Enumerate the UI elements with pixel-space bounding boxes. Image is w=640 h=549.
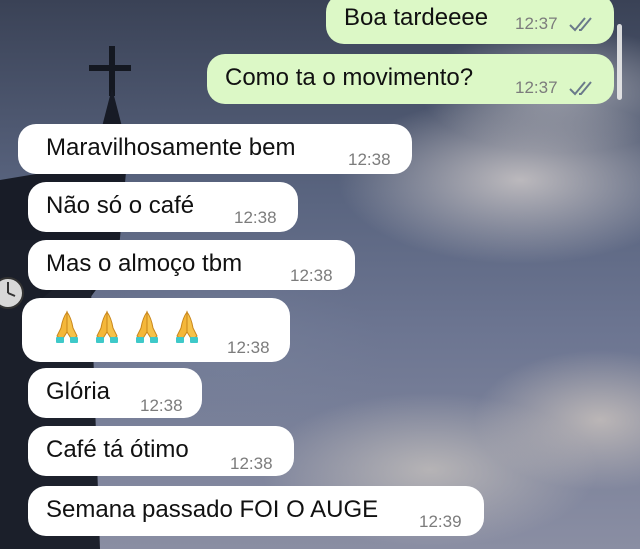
message-time: 12:39: [419, 512, 462, 531]
message-time: 12:37: [515, 14, 558, 33]
message-time: 12:38: [140, 396, 183, 415]
message-time: 12:38: [234, 208, 277, 227]
message-text: Maravilhosamente bem: [46, 134, 296, 161]
folded-hands-icon: [136, 310, 158, 343]
message-time: 12:38: [348, 150, 391, 169]
message-bubble-incoming[interactable]: Glória 12:38: [28, 368, 202, 418]
message-bubble-incoming[interactable]: Mas o almoço tbm 12:38: [28, 240, 355, 290]
scrollbar[interactable]: [617, 24, 622, 100]
message-text: Mas o almoço tbm: [46, 250, 243, 277]
message-time: 12:38: [227, 338, 270, 357]
message-bubble-outgoing[interactable]: Boa tardeeee 12:37: [326, 0, 614, 44]
double-check-icon: [569, 81, 592, 96]
message-time: 12:38: [230, 454, 273, 473]
message-bubble-incoming[interactable]: Café tá ótimo 12:38: [28, 426, 294, 476]
folded-hands-icon: [96, 310, 118, 343]
message-text: Boa tardeeee: [344, 4, 489, 31]
message-bubble-outgoing[interactable]: Como ta o movimento? 12:37: [207, 54, 614, 104]
message-text: Café tá ótimo: [46, 436, 189, 463]
message-bubble-incoming[interactable]: Semana passado FOI O AUGE 12:39: [28, 486, 484, 536]
message-bubble-incoming[interactable]: Maravilhosamente bem 12:38: [18, 124, 412, 174]
message-bubble-incoming[interactable]: Não só o café 12:38: [28, 182, 298, 232]
message-text: Semana passado FOI O AUGE: [46, 496, 379, 523]
message-text: Não só o café: [46, 192, 195, 219]
message-time: 12:38: [290, 266, 333, 285]
message-time: 12:37: [515, 78, 558, 97]
emoji-row: [54, 310, 200, 344]
folded-hands-icon: [176, 310, 198, 343]
message-bubble-incoming[interactable]: 12:38: [22, 298, 290, 362]
message-text: Como ta o movimento?: [225, 64, 474, 91]
message-text: Glória: [46, 378, 111, 405]
folded-hands-icon: [56, 310, 78, 343]
double-check-icon: [569, 17, 592, 32]
